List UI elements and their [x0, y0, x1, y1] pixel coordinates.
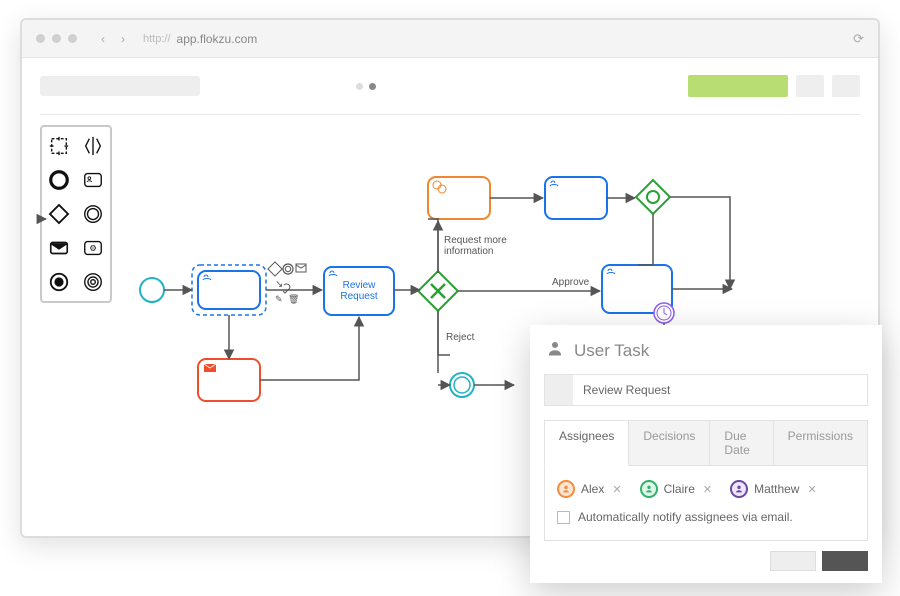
tab-body: Alex ✕ Claire ✕ Matthew ✕ Automatically … [544, 465, 868, 541]
edge-label-reject: Reject [446, 332, 475, 343]
remove-icon[interactable]: ✕ [807, 483, 816, 496]
window-controls [36, 34, 77, 43]
start-event[interactable] [140, 278, 164, 302]
user-icon [546, 339, 564, 362]
tab-due-date[interactable]: Due Date [709, 420, 773, 466]
task-orange-top[interactable] [428, 177, 490, 219]
edge-label-request-more-1: Request more [444, 235, 507, 246]
svg-text:✎: ✎ [275, 294, 283, 304]
tab-decisions[interactable]: Decisions [628, 420, 710, 466]
panel-tabs: Assignees Decisions Due Date Permissions [544, 420, 868, 466]
notify-label: Automatically notify assignees via email… [578, 510, 793, 524]
assignee-chip[interactable]: Matthew ✕ [730, 480, 817, 498]
browser-chrome-bar: ‹ › http:// app.flokzu.com ⟳ [22, 20, 878, 58]
secondary-button-1[interactable] [796, 75, 824, 97]
window-max-icon[interactable] [68, 34, 77, 43]
confirm-button[interactable] [822, 551, 868, 571]
address-bar[interactable]: http:// app.flokzu.com [143, 28, 843, 50]
panel-footer [530, 541, 882, 583]
edge-label-request-more-2: information [444, 246, 493, 257]
user-task-selected[interactable] [198, 271, 260, 309]
forward-button[interactable]: › [113, 29, 133, 49]
svg-text:ReviewRequest: ReviewRequest [340, 280, 377, 302]
notify-checkbox-row[interactable]: Automatically notify assignees via email… [557, 510, 855, 524]
logo-placeholder [40, 76, 200, 96]
task-name-input[interactable]: Review Request [544, 374, 868, 406]
avatar-icon [640, 480, 658, 498]
inclusive-gateway[interactable] [636, 180, 670, 214]
page-indicator [356, 83, 376, 90]
assignee-name: Matthew [754, 482, 799, 496]
edge-label-approve: Approve [552, 277, 590, 288]
remove-icon[interactable]: ✕ [612, 483, 621, 496]
back-button[interactable]: ‹ [93, 29, 113, 49]
page-dot-active [369, 83, 376, 90]
tab-permissions[interactable]: Permissions [773, 420, 868, 466]
secondary-button-2[interactable] [832, 75, 860, 97]
svg-text:🗑: 🗑 [288, 294, 299, 304]
tab-assignees[interactable]: Assignees [544, 420, 629, 466]
panel-title: User Task [574, 341, 649, 361]
cancel-button[interactable] [770, 551, 816, 571]
assignee-name: Claire [664, 482, 695, 496]
avatar-icon [557, 480, 575, 498]
task-label-line2: Request [340, 291, 377, 302]
window-close-icon[interactable] [36, 34, 45, 43]
task-blue-top[interactable] [545, 177, 607, 219]
task-label-line1: Review [343, 280, 377, 291]
checkbox-icon[interactable] [557, 511, 570, 524]
primary-button[interactable] [688, 75, 788, 97]
input-icon-slot [545, 375, 573, 405]
refresh-icon[interactable]: ⟳ [853, 31, 864, 47]
assignee-chip[interactable]: Alex ✕ [557, 480, 622, 498]
properties-panel: User Task Review Request Assignees Decis… [530, 325, 882, 583]
app-topbar [22, 58, 878, 114]
task-name-value: Review Request [573, 375, 867, 405]
url-text: app.flokzu.com [177, 32, 258, 46]
page-dot [356, 83, 363, 90]
context-toolbar: ↘ ✎ 🗑 [268, 262, 306, 304]
window-min-icon[interactable] [52, 34, 61, 43]
panel-header: User Task [530, 325, 882, 374]
url-scheme: http:// [143, 33, 171, 45]
assignee-chip[interactable]: Claire ✕ [640, 480, 713, 498]
assignee-list: Alex ✕ Claire ✕ Matthew ✕ [557, 480, 855, 498]
assignee-name: Alex [581, 482, 604, 496]
svg-text:↘: ↘ [275, 279, 283, 290]
avatar-icon [730, 480, 748, 498]
remove-icon[interactable]: ✕ [703, 483, 712, 496]
